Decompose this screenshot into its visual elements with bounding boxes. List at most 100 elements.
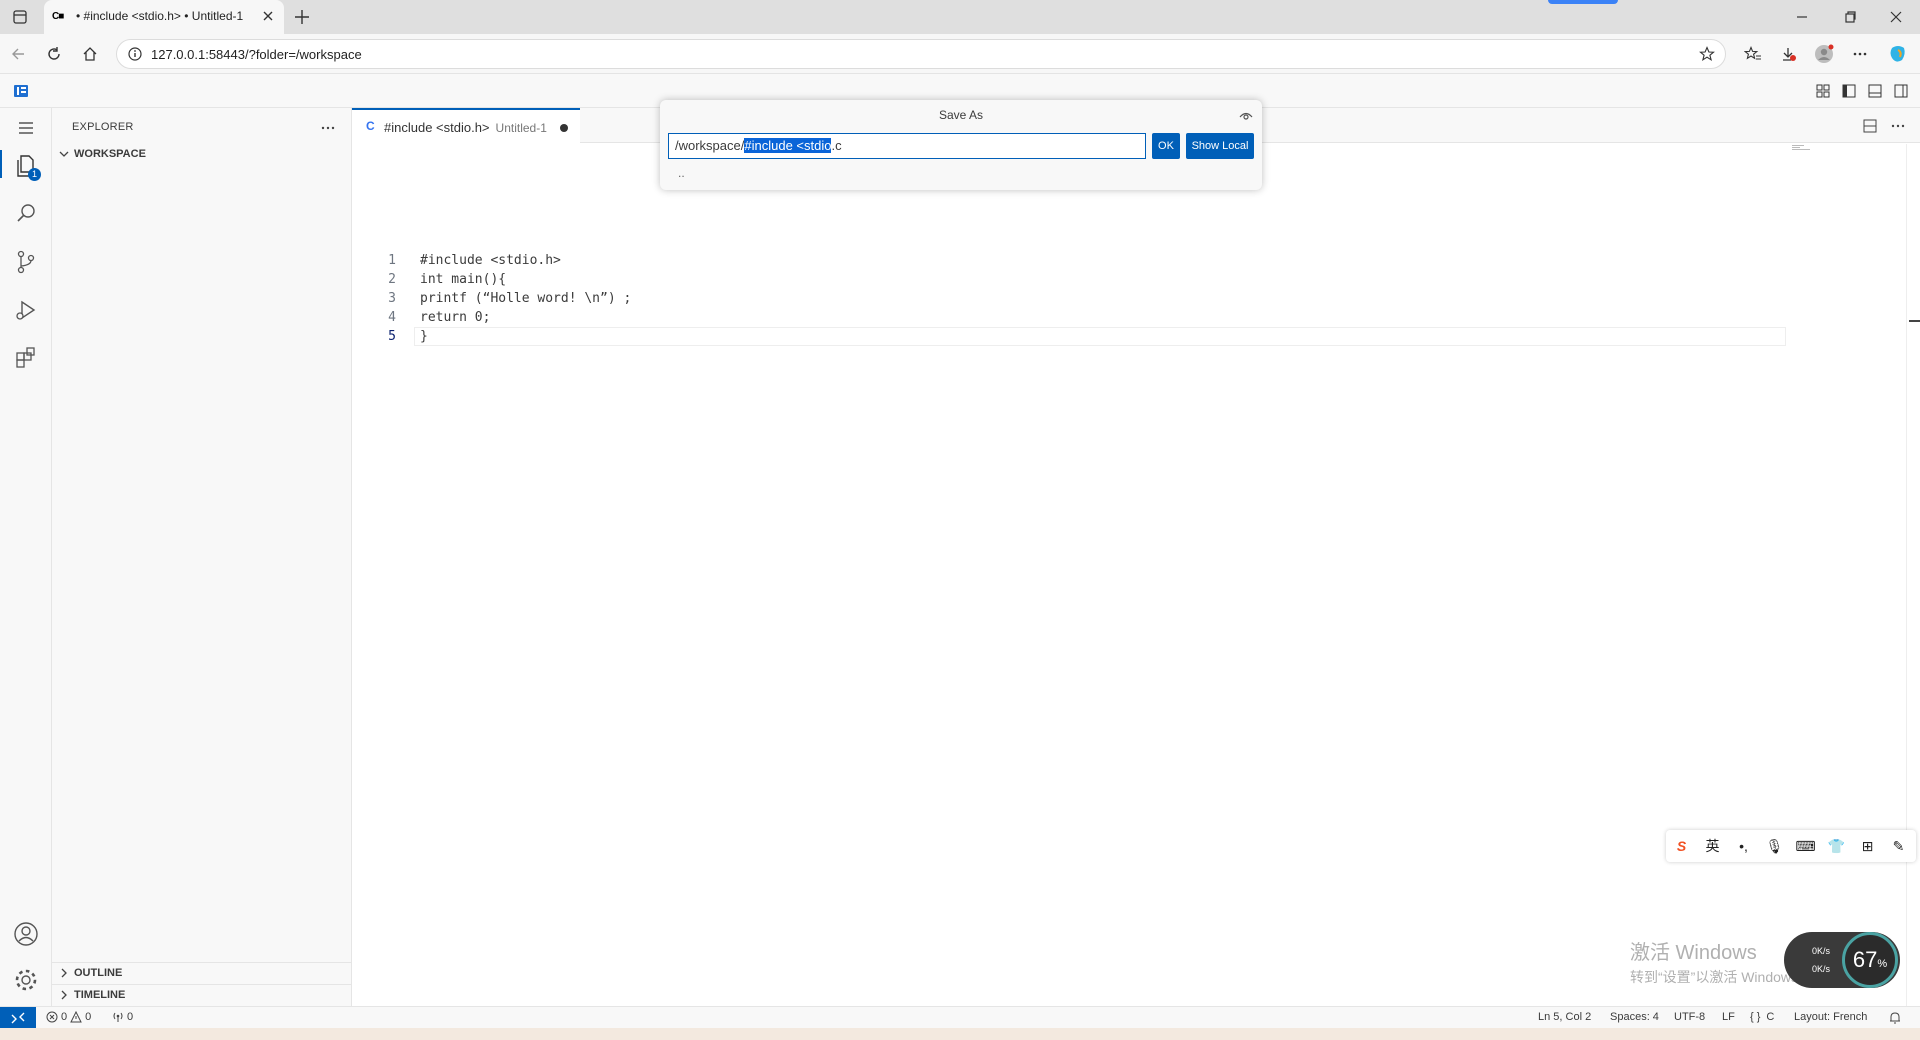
explorer-icon[interactable]: 1 bbox=[12, 152, 41, 181]
vertical-scrollbar[interactable] bbox=[1906, 144, 1920, 1006]
watermark-line2: 转到“设置”以激活 Windows。 bbox=[1630, 969, 1813, 985]
code-text: int main(){ bbox=[420, 272, 507, 287]
scrollbar-cursor-marker bbox=[1909, 320, 1920, 322]
punctuation-toggle[interactable]: •, bbox=[1728, 838, 1759, 854]
downloads-icon[interactable] bbox=[1780, 46, 1796, 62]
workspace-section[interactable]: WORKSPACE bbox=[58, 148, 146, 160]
sogou-logo-icon[interactable]: S bbox=[1666, 838, 1697, 854]
tab-favicon: C■ bbox=[52, 11, 64, 22]
voice-input-icon[interactable]: 🎙 bbox=[1759, 838, 1790, 855]
show-local-button[interactable]: Show Local bbox=[1186, 133, 1254, 159]
sidebar-title: EXPLORER bbox=[72, 121, 134, 133]
close-window-icon[interactable] bbox=[1888, 9, 1904, 25]
chevron-right-icon bbox=[58, 989, 70, 1001]
path-selection: #include <stdio bbox=[744, 138, 832, 153]
keyboard-icon[interactable]: ⌨ bbox=[1790, 838, 1821, 855]
usage-unit: % bbox=[1877, 958, 1888, 970]
timeline-section[interactable]: TIMELINE bbox=[58, 989, 125, 1001]
editor-more-icon[interactable] bbox=[1890, 118, 1906, 134]
radio-tower-icon bbox=[112, 1011, 124, 1023]
path-suffix: .c bbox=[831, 138, 842, 153]
indentation[interactable]: Spaces: 4 bbox=[1610, 1011, 1659, 1023]
line-number: 3 bbox=[388, 291, 396, 306]
save-path-input[interactable]: /workspace/#include <stdio.c bbox=[668, 133, 1146, 159]
search-icon[interactable] bbox=[12, 200, 40, 228]
sidebar-more-icon[interactable] bbox=[320, 120, 336, 136]
problems-status[interactable]: 0 0 bbox=[46, 1011, 91, 1023]
extensions-icon[interactable] bbox=[12, 344, 40, 372]
ok-button[interactable]: OK bbox=[1152, 133, 1180, 159]
code-line[interactable]: 1 #include <stdio.h> bbox=[352, 251, 1752, 270]
braces-icon: { } bbox=[1750, 1011, 1761, 1023]
source-control-icon[interactable] bbox=[12, 248, 40, 276]
minimap[interactable] bbox=[1790, 144, 1830, 152]
toggle-secondary-sidebar-icon[interactable] bbox=[1894, 84, 1908, 98]
code-text: printf (“Holle word! \n”) ; bbox=[420, 291, 632, 306]
code-line[interactable]: 5 } bbox=[352, 327, 1752, 346]
ports-count: 0 bbox=[127, 1011, 134, 1023]
code-text: return 0; bbox=[420, 310, 491, 325]
minimize-icon[interactable] bbox=[1794, 9, 1810, 25]
editor-area: C #include <stdio.h> Untitled-1 1 #includ… bbox=[352, 108, 1920, 1006]
address-bar[interactable]: 127.0.0.1:58443/?folder=/workspace bbox=[116, 39, 1726, 69]
code-line[interactable]: 3 printf (“Holle word! \n”) ; bbox=[352, 289, 1752, 308]
favorite-star-icon[interactable] bbox=[1699, 46, 1715, 62]
usage-value: 67 bbox=[1852, 947, 1878, 972]
keyboard-layout[interactable]: Layout: French bbox=[1794, 1011, 1867, 1023]
end-of-line[interactable]: LF bbox=[1722, 1011, 1735, 1023]
parent-folder-item[interactable]: .. bbox=[678, 166, 685, 180]
restore-icon[interactable] bbox=[1842, 9, 1858, 25]
more-menu-icon[interactable] bbox=[1852, 46, 1868, 62]
settings-gear-icon[interactable] bbox=[12, 966, 40, 994]
ime-extra-icon[interactable]: ✎ bbox=[1883, 838, 1914, 855]
explorer-badge: 1 bbox=[28, 168, 41, 181]
c-language-icon: C bbox=[366, 119, 375, 133]
code-line[interactable]: 2 int main(){ bbox=[352, 270, 1752, 289]
editor-tab-label: #include <stdio.h> bbox=[384, 120, 490, 135]
tab-actions-icon[interactable] bbox=[12, 9, 28, 25]
editor-tab-untitled[interactable]: C #include <stdio.h> Untitled-1 bbox=[352, 108, 580, 143]
favorites-icon[interactable] bbox=[1744, 46, 1762, 62]
customize-layout-icon[interactable] bbox=[1816, 84, 1830, 98]
new-tab-button[interactable] bbox=[292, 7, 312, 27]
vscode-menu-icon[interactable] bbox=[14, 84, 28, 98]
line-number: 2 bbox=[388, 272, 396, 287]
language-mode[interactable]: { } C bbox=[1750, 1011, 1774, 1023]
browser-tab[interactable]: C■ • #include <stdio.h> • Untitled-1 bbox=[44, 0, 284, 34]
copilot-icon[interactable] bbox=[1888, 44, 1908, 64]
skin-icon[interactable]: 👕 bbox=[1821, 838, 1852, 855]
ime-toolbar[interactable]: S 英 •, 🎙 ⌨ 👕 ⊞ ✎ bbox=[1666, 830, 1916, 862]
timeline-label: TIMELINE bbox=[74, 989, 126, 1001]
status-bar: 0 0 0 Ln 5, Col 2 Spaces: 4 UTF-8 LF { }… bbox=[0, 1006, 1920, 1029]
split-editor-icon[interactable] bbox=[1862, 118, 1878, 134]
toolbox-icon[interactable]: ⊞ bbox=[1852, 838, 1883, 855]
outline-label: OUTLINE bbox=[74, 967, 123, 979]
unsaved-dot-icon[interactable] bbox=[560, 124, 568, 132]
remote-indicator[interactable] bbox=[0, 1007, 36, 1029]
language-toggle[interactable]: 英 bbox=[1697, 836, 1728, 856]
encoding[interactable]: UTF-8 bbox=[1674, 1011, 1705, 1023]
reload-icon[interactable] bbox=[46, 46, 62, 62]
accounts-icon[interactable] bbox=[12, 920, 40, 948]
network-speed-widget[interactable]: 0K/s 0K/s 67% bbox=[1784, 932, 1900, 988]
divider bbox=[52, 962, 352, 963]
code-line[interactable]: 4 return 0; bbox=[352, 308, 1752, 327]
site-info-icon[interactable] bbox=[127, 46, 143, 62]
toggle-sidebar-icon[interactable] bbox=[1842, 84, 1856, 98]
line-number: 5 bbox=[388, 329, 396, 344]
close-tab-icon[interactable] bbox=[260, 8, 276, 24]
menu-icon[interactable] bbox=[12, 114, 40, 142]
home-icon[interactable] bbox=[82, 46, 98, 62]
run-debug-icon[interactable] bbox=[12, 296, 40, 324]
cursor-position[interactable]: Ln 5, Col 2 bbox=[1538, 1011, 1591, 1023]
language-label: C bbox=[1766, 1011, 1775, 1023]
line-number: 1 bbox=[388, 253, 396, 268]
ports-status[interactable]: 0 bbox=[112, 1011, 133, 1023]
back-icon[interactable] bbox=[10, 46, 26, 62]
profile-avatar-icon[interactable] bbox=[1814, 44, 1834, 64]
browser-toolbar: 127.0.0.1:58443/?folder=/workspace bbox=[0, 34, 1920, 74]
outline-section[interactable]: OUTLINE bbox=[58, 967, 122, 979]
toggle-panel-icon[interactable] bbox=[1868, 84, 1882, 98]
eye-icon[interactable] bbox=[1238, 108, 1254, 124]
notifications-bell-icon[interactable] bbox=[1888, 1011, 1902, 1025]
